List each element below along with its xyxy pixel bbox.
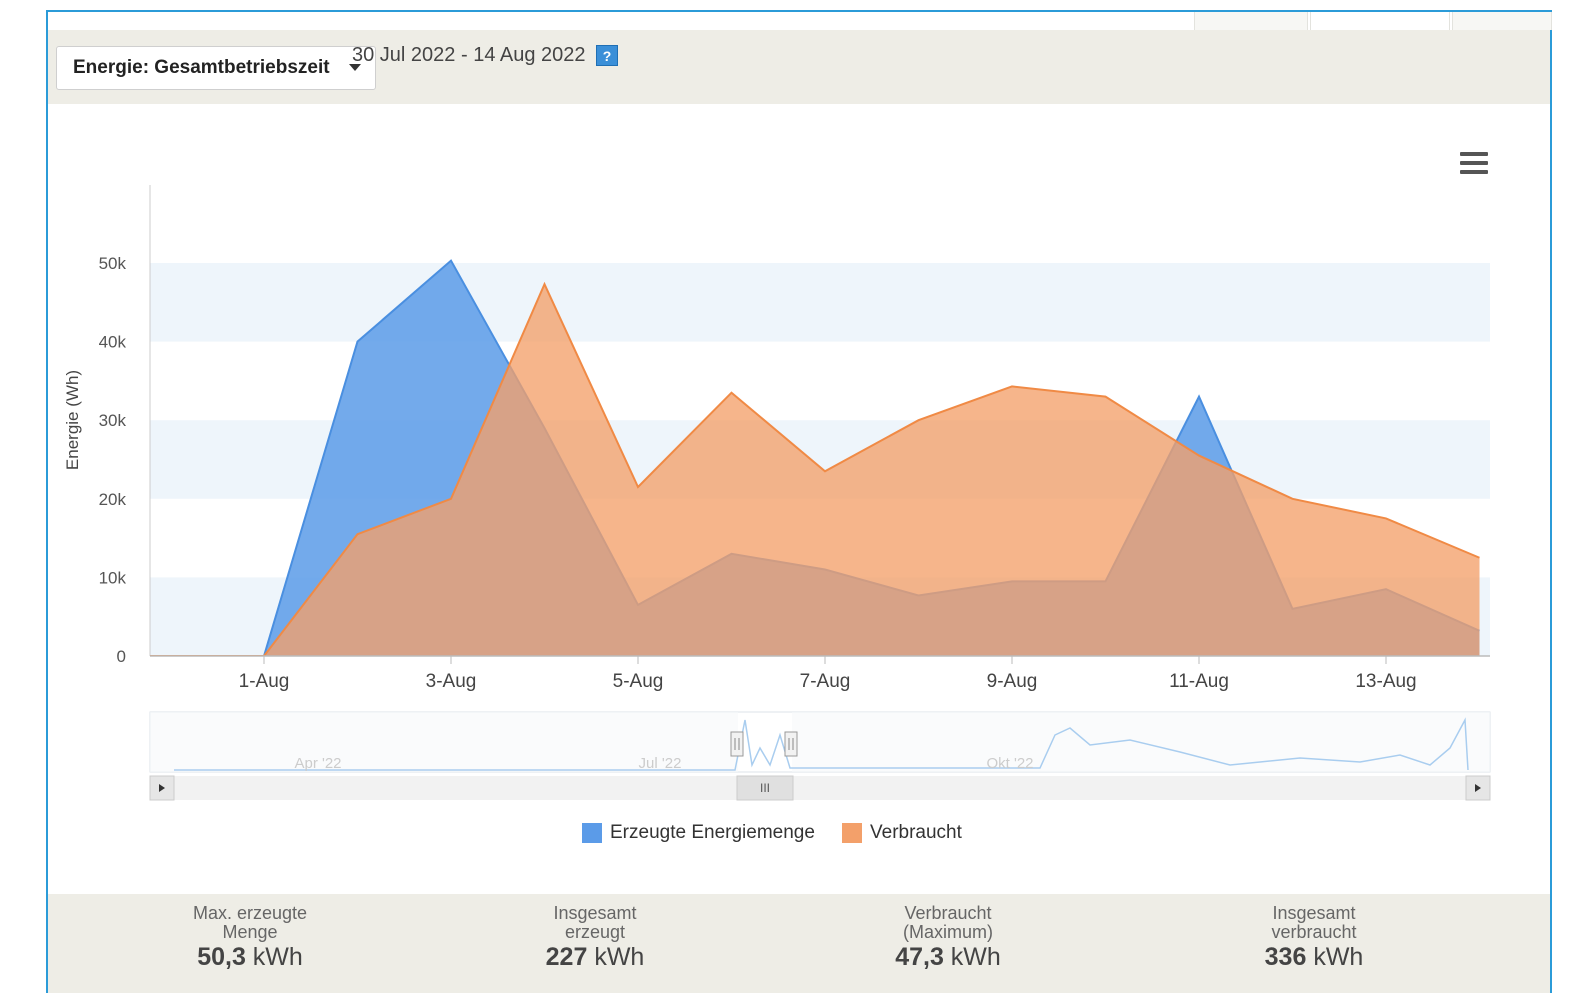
x-tick-label: 11-Aug [1169, 671, 1229, 692]
legend-label: Verbraucht [870, 822, 962, 843]
x-tick-label: 3-Aug [426, 671, 477, 692]
y-tick-label: 40k [99, 333, 127, 352]
navigator-label: Jul '22 [639, 755, 682, 772]
navigator-handle-left[interactable] [730, 731, 744, 757]
navigator-handle-right[interactable] [784, 731, 798, 757]
navigator-scrollbar[interactable] [150, 776, 1490, 800]
navigator-label: Apr '22 [294, 755, 341, 772]
y-tick-label: 10k [99, 568, 127, 587]
legend-item-consumed[interactable]: Verbraucht [842, 822, 962, 844]
grid-band [150, 263, 1490, 342]
x-tick-label: 1-Aug [239, 671, 290, 692]
x-tick-label: 13-Aug [1355, 671, 1416, 692]
x-tick-label: 5-Aug [613, 671, 664, 692]
y-tick-label: 20k [99, 490, 127, 509]
legend-swatch-produced [582, 823, 602, 843]
y-tick-label: 50k [99, 254, 127, 273]
y-axis-title: Energie (Wh) [63, 370, 82, 470]
legend-swatch-consumed [842, 823, 862, 843]
y-tick-label: 0 [117, 647, 126, 666]
scrollbar-grip: III [760, 781, 770, 795]
navigator-label: Okt '22 [986, 755, 1033, 772]
y-tick-label: 30k [99, 411, 127, 430]
legend-label: Erzeugte Energiemenge [610, 822, 815, 843]
x-tick-label: 7-Aug [800, 671, 851, 692]
x-tick-label: 9-Aug [987, 671, 1038, 692]
legend: Erzeugte Energiemenge Verbraucht [0, 822, 1578, 852]
legend-item-produced[interactable]: Erzeugte Energiemenge [582, 822, 815, 844]
